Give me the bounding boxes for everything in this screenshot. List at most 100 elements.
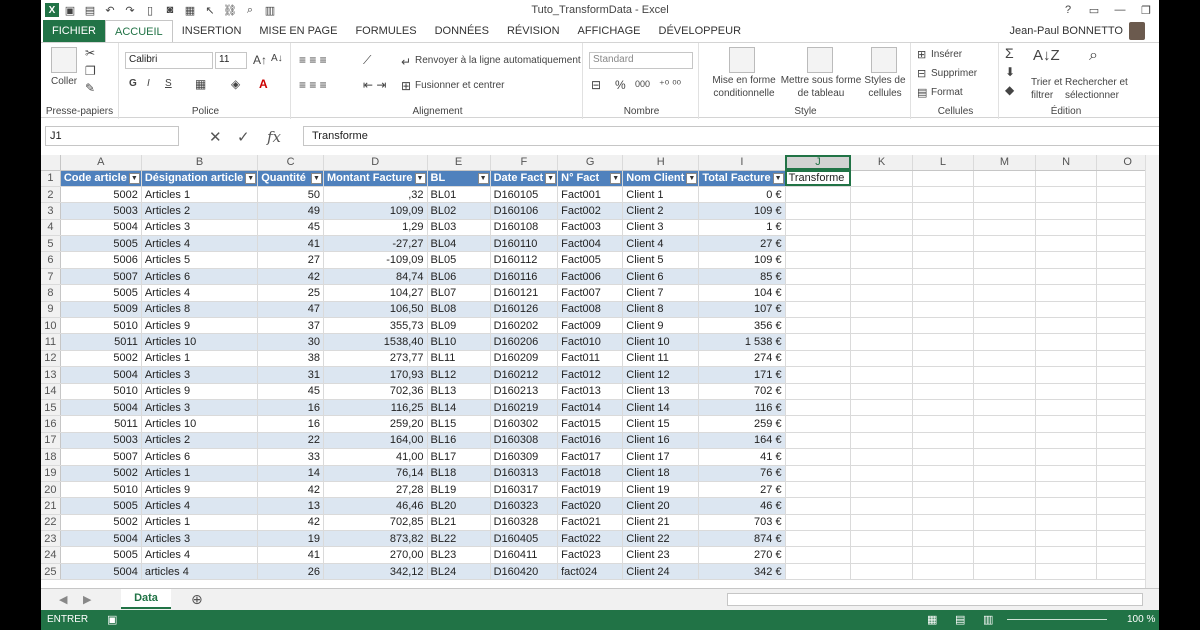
table-cell[interactable]: D160328 [490, 514, 559, 532]
table-cell[interactable]: 5010 [60, 317, 142, 335]
empty-cell[interactable] [1035, 219, 1098, 237]
empty-cell[interactable] [912, 235, 975, 253]
empty-cell[interactable] [1035, 448, 1098, 466]
table-cell[interactable]: Fact002 [557, 202, 624, 220]
table-cell[interactable]: BL13 [427, 383, 491, 400]
table-cell[interactable]: Fact008 [557, 301, 624, 319]
empty-cell[interactable] [1035, 366, 1098, 384]
wrap-text-button[interactable]: Renvoyer à la ligne automatiquement [415, 55, 581, 66]
bold-button[interactable]: G [129, 78, 137, 89]
add-sheet-button[interactable]: ⊕ [191, 589, 203, 609]
table-cell[interactable]: 42 [257, 268, 324, 286]
table-cell[interactable]: Client 5 [622, 251, 700, 269]
table-cell[interactable]: Fact005 [557, 251, 624, 269]
find-select-icon[interactable]: ⌕ [1089, 47, 1098, 65]
column-header-j[interactable]: J [785, 155, 852, 171]
table-cell[interactable]: Articles 10 [141, 333, 259, 351]
table-cell[interactable]: 259 € [698, 415, 786, 433]
table-cell[interactable]: Client 1 [622, 186, 700, 204]
empty-cell[interactable] [850, 497, 913, 515]
empty-cell[interactable] [785, 448, 852, 466]
restore-icon[interactable]: ❐ [1133, 0, 1159, 20]
table-cell[interactable]: BL02 [427, 202, 491, 220]
empty-cell[interactable] [1035, 432, 1098, 450]
column-header-g[interactable]: G [557, 155, 624, 171]
empty-cell[interactable] [850, 268, 913, 286]
font-size-select[interactable]: 11 [215, 52, 247, 69]
row-header[interactable]: 15 [41, 399, 61, 417]
empty-cell[interactable] [850, 350, 913, 368]
table-cell[interactable]: 25 [257, 284, 324, 302]
table-cell[interactable]: Fact015 [557, 415, 624, 433]
table-cell[interactable]: D160411 [490, 546, 559, 564]
worksheet-grid[interactable]: A B C D E F G H I J K L M N O 1 Code article ▼ Désignation… [41, 155, 1159, 581]
align-top-icon[interactable]: ≡ ≡ ≡ [299, 53, 327, 67]
table-cell[interactable]: BL06 [427, 268, 491, 286]
table-cell[interactable]: D160206 [490, 333, 559, 351]
table-cell[interactable]: 76 € [698, 465, 786, 482]
empty-cell[interactable] [912, 415, 975, 433]
format-cells-icon[interactable]: ▤ [917, 86, 927, 99]
font-color-icon[interactable]: A [259, 77, 268, 91]
underline-button[interactable]: S [165, 78, 172, 89]
empty-cell[interactable] [973, 235, 1036, 253]
empty-cell[interactable] [912, 514, 975, 532]
table-cell[interactable]: 84,74 [323, 268, 428, 286]
table-header-cell[interactable]: Quantité ▼ [257, 170, 324, 187]
table-cell[interactable]: BL24 [427, 563, 491, 581]
table-cell[interactable]: Fact003 [557, 219, 624, 237]
table-cell[interactable]: 5002 [60, 514, 142, 532]
empty-cell[interactable] [785, 497, 852, 515]
next-sheet-icon[interactable]: ▶ [83, 589, 91, 609]
table-cell[interactable]: Fact009 [557, 317, 624, 335]
table-cell[interactable]: 30 [257, 333, 324, 351]
table-cell[interactable]: 76,14 [323, 465, 428, 482]
table-cell[interactable]: -27,27 [323, 235, 428, 253]
empty-cell[interactable] [785, 235, 852, 253]
empty-cell[interactable] [1035, 186, 1098, 204]
table-cell[interactable]: 171 € [698, 366, 786, 384]
insert-cells-button[interactable]: Insérer [931, 49, 962, 60]
zoom-slider[interactable] [1007, 619, 1107, 620]
table-cell[interactable]: Fact004 [557, 235, 624, 253]
tab-insertion[interactable]: INSERTION [173, 20, 251, 42]
table-cell[interactable]: Articles 1 [141, 465, 259, 482]
table-cell[interactable]: 31 [257, 366, 324, 384]
empty-cell[interactable] [1035, 530, 1098, 548]
column-header-d[interactable]: D [323, 155, 428, 171]
select-all-corner[interactable] [41, 155, 61, 171]
empty-cell[interactable] [850, 251, 913, 269]
table-cell[interactable]: Articles 3 [141, 399, 259, 417]
row-header[interactable]: 7 [41, 268, 61, 286]
table-cell[interactable]: -109,09 [323, 251, 428, 269]
table-cell[interactable]: BL01 [427, 186, 491, 204]
empty-cell[interactable] [850, 563, 913, 581]
empty-cell[interactable] [850, 202, 913, 220]
minimize-icon[interactable]: — [1107, 0, 1133, 20]
table-cell[interactable]: 13 [257, 497, 324, 515]
table-cell[interactable]: D160302 [490, 415, 559, 433]
table-cell[interactable]: BL22 [427, 530, 491, 548]
empty-cell[interactable] [973, 219, 1036, 237]
table-cell[interactable]: 109 € [698, 251, 786, 269]
empty-cell[interactable] [912, 333, 975, 351]
prev-sheet-icon[interactable]: ◀ [59, 589, 67, 609]
table-cell[interactable]: 5011 [60, 333, 142, 351]
table-cell[interactable]: BL12 [427, 366, 491, 384]
normal-view-icon[interactable]: ▦ [927, 613, 937, 626]
empty-cell[interactable] [785, 350, 852, 368]
table-cell[interactable]: Articles 3 [141, 366, 259, 384]
row-header[interactable]: 24 [41, 546, 61, 564]
borders-icon[interactable]: ▦ [195, 77, 206, 91]
table-cell[interactable]: articles 4 [141, 563, 259, 581]
table-cell[interactable]: 342 € [698, 563, 786, 581]
autosum-icon[interactable]: Σ [1005, 45, 1014, 61]
row-header[interactable]: 8 [41, 284, 61, 302]
table-header-cell[interactable]: BL ▼ [427, 170, 491, 187]
page-layout-icon[interactable]: ▤ [955, 613, 965, 626]
table-cell[interactable]: 22 [257, 432, 324, 450]
currency-icon[interactable]: ⊟ [591, 78, 601, 92]
name-box[interactable]: J1 [45, 126, 179, 146]
empty-cell[interactable] [850, 235, 913, 253]
empty-cell[interactable] [785, 333, 852, 351]
